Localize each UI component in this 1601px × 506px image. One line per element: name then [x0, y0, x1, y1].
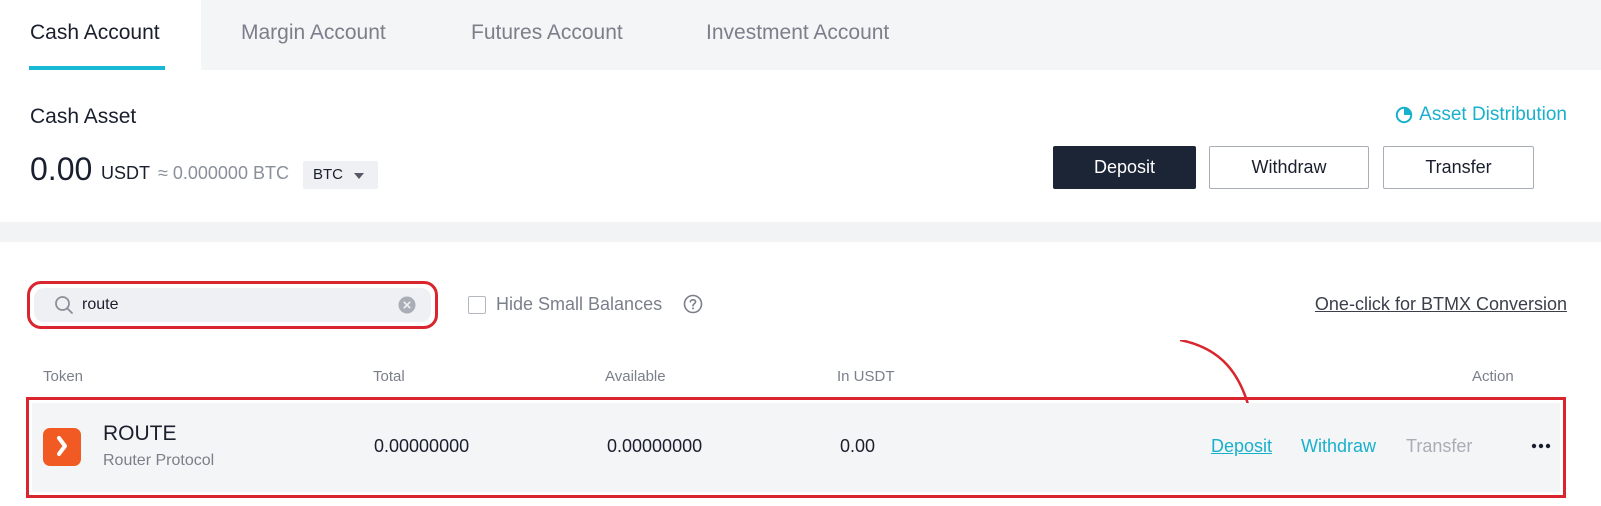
currency-select[interactable]: BTC [303, 161, 378, 189]
tab-margin-account[interactable]: Margin Account [241, 0, 386, 70]
token-symbol: ROUTE [103, 422, 177, 445]
cell-in-usdt: 0.00 [840, 436, 876, 456]
tab-label: Cash Account [30, 21, 160, 44]
hide-small-balances-label: Hide Small Balances [496, 294, 663, 314]
search-highlight-box [27, 281, 438, 329]
column-header-token: Token [43, 368, 84, 385]
column-header-total: Total [373, 368, 405, 385]
tab-label: Futures Account [471, 21, 623, 44]
row-transfer-link[interactable]: Transfer [1406, 436, 1472, 457]
cash-asset-unit: USDT [101, 163, 150, 183]
column-header-available: Available [605, 368, 666, 385]
asset-distribution-label: Asset Distribution [1419, 104, 1567, 125]
row-deposit-link[interactable]: Deposit [1211, 436, 1272, 457]
column-header-action: Action [1472, 368, 1514, 385]
cell-total: 0.00000000 [374, 436, 470, 456]
tab-label: Margin Account [241, 21, 386, 44]
router-protocol-logo-icon [43, 428, 81, 466]
currency-select-value: BTC [313, 166, 343, 183]
account-tabs: Cash Account Margin Account Futures Acco… [0, 0, 1601, 70]
token-name: Router Protocol [103, 452, 215, 469]
deposit-button[interactable]: Deposit [1053, 146, 1196, 189]
btmx-conversion-link[interactable]: One-click for BTMX Conversion [1315, 294, 1567, 315]
cash-asset-btc-estimate: ≈ 0.000000 BTC [158, 163, 289, 183]
cash-asset-amount: 0.00 [30, 151, 93, 187]
hide-small-balances-checkbox[interactable] [468, 296, 486, 314]
column-header-in-usdt: In USDT [837, 368, 895, 385]
clear-icon[interactable] [397, 295, 417, 315]
cell-available: 0.00000000 [607, 436, 703, 456]
transfer-button[interactable]: Transfer [1383, 146, 1534, 189]
search-icon [55, 296, 73, 314]
tab-futures-account[interactable]: Futures Account [471, 0, 623, 70]
section-divider [0, 222, 1601, 242]
row-withdraw-link[interactable]: Withdraw [1301, 436, 1376, 457]
pie-chart-icon [1395, 106, 1413, 124]
caret-down-icon [354, 173, 364, 179]
search-input[interactable] [82, 293, 382, 317]
tab-label: Investment Account [706, 21, 890, 44]
active-tab-indicator [29, 66, 165, 70]
withdraw-button[interactable]: Withdraw [1209, 146, 1369, 189]
tab-cash-account[interactable]: Cash Account [0, 0, 201, 70]
tab-investment-account[interactable]: Investment Account [706, 0, 889, 70]
more-icon[interactable] [1531, 442, 1551, 450]
search-field [34, 288, 431, 322]
cash-asset-title: Cash Asset [30, 105, 137, 128]
help-icon[interactable] [683, 294, 703, 314]
asset-distribution-link[interactable]: Asset Distribution [1395, 104, 1567, 126]
